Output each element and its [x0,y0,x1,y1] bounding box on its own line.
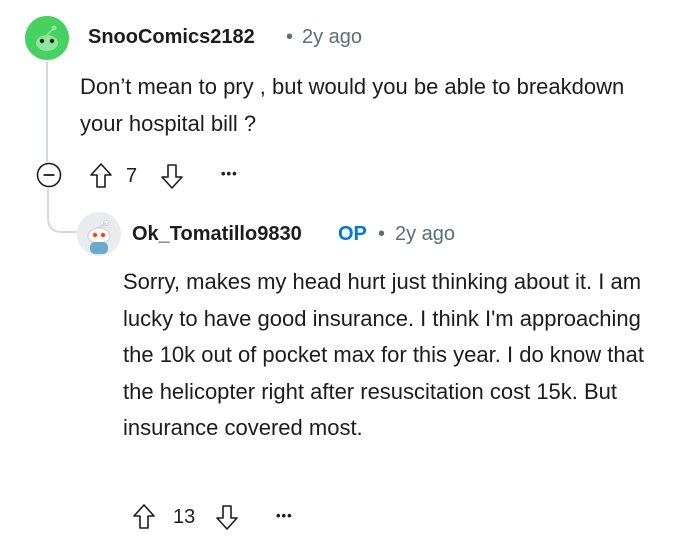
upvote-button[interactable] [89,162,113,190]
comment-body: Don’t mean to pry , but would you be abl… [80,74,625,136]
snoo-avatar-icon [25,16,69,60]
collapse-button[interactable] [36,162,62,188]
downvote-button[interactable] [160,162,184,190]
downvote-arrow-icon [161,164,183,189]
avatar[interactable] [77,212,121,256]
meta-separator: • [378,223,386,245]
upvote-button[interactable] [132,503,156,531]
reply-body: Sorry, makes my head hurt just thinking … [123,269,644,440]
thread-line[interactable] [46,62,48,162]
upvote-arrow-icon [90,163,112,188]
op-badge: OP [338,223,367,245]
comment-username[interactable]: SnooComics2182 [88,26,255,49]
more-options-button[interactable]: ••• [221,166,238,181]
vote-count: 7 [126,165,138,187]
reply-timestamp[interactable]: 2y ago [395,223,455,246]
comment-timestamp[interactable]: 2y ago [302,26,362,49]
snoo-avatar-icon [77,212,121,256]
reply-username[interactable]: Ok_Tomatillo9830 [132,223,302,246]
meta-separator: • [286,26,294,48]
collapse-icon [36,162,62,188]
avatar[interactable] [25,16,69,60]
downvote-arrow-icon [216,505,238,530]
vote-count: 13 [173,506,196,528]
downvote-button[interactable] [215,503,239,531]
more-options-button[interactable]: ••• [276,508,293,523]
upvote-arrow-icon [133,504,155,529]
